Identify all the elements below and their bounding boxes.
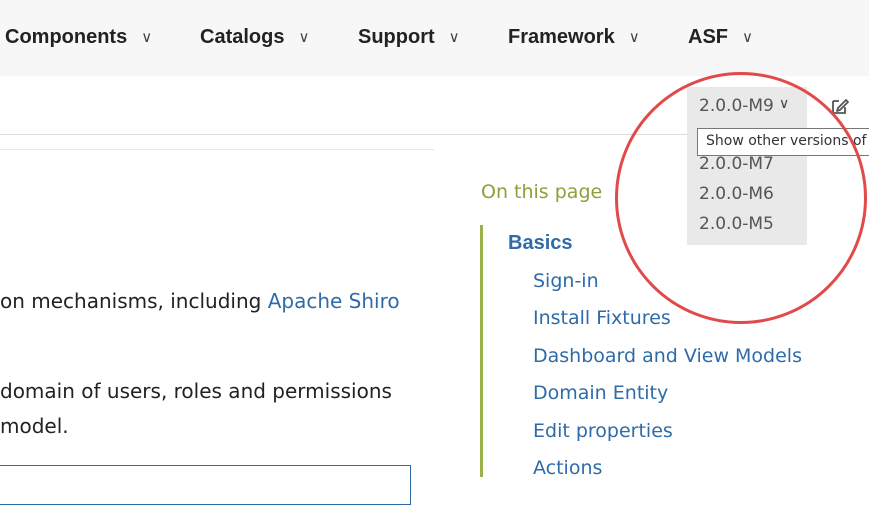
- edit-pencil-icon[interactable]: [829, 95, 851, 117]
- content-divider: [0, 149, 434, 150]
- toc-link[interactable]: Edit properties: [533, 420, 673, 442]
- top-nav-bar: Components ∨ Catalogs ∨ Support ∨ Framework…: [0, 0, 869, 76]
- toc-link[interactable]: Sign-in: [533, 270, 599, 292]
- nav-item-asf[interactable]: ASF ∨: [688, 26, 753, 52]
- content-paragraph-line: on mechanisms, including Apache Shiro: [0, 289, 400, 313]
- selected-version: 2.0.0-M9: [699, 96, 774, 116]
- version-option[interactable]: 2.0.0-M6: [699, 184, 774, 204]
- toc-rule: [480, 225, 483, 477]
- nav-label: Catalogs: [200, 26, 285, 48]
- toc-link-basics[interactable]: Basics: [508, 232, 573, 255]
- version-option[interactable]: 2.0.0-M7: [699, 154, 774, 174]
- chevron-down-icon: ∨: [742, 29, 753, 46]
- content-paragraph-line: domain of users, roles and permissions: [0, 379, 392, 403]
- content-paragraph-line: model.: [0, 414, 69, 438]
- nav-label: Components: [5, 26, 128, 48]
- version-option[interactable]: 2.0.0-M5: [699, 214, 774, 234]
- version-tooltip: Show other versions of p: [697, 128, 869, 156]
- apache-shiro-link[interactable]: Apache Shiro: [268, 289, 400, 313]
- nav-item-components[interactable]: Components ∨: [5, 26, 152, 52]
- code-block: [0, 465, 411, 505]
- toc-link[interactable]: Install Fixtures: [533, 307, 671, 329]
- nav-label: Framework: [508, 26, 615, 48]
- chevron-down-icon: ∨: [141, 29, 153, 46]
- nav-item-support[interactable]: Support ∨: [358, 26, 460, 52]
- nav-item-framework[interactable]: Framework ∨: [508, 26, 640, 52]
- chevron-down-icon: ∨: [628, 29, 640, 46]
- toc-link[interactable]: Actions: [533, 457, 602, 479]
- chevron-down-icon: ∨: [298, 29, 310, 46]
- paragraph-text: on mechanisms, including: [0, 289, 268, 313]
- toc-link[interactable]: Domain Entity: [533, 382, 668, 404]
- nav-item-catalogs[interactable]: Catalogs ∨: [200, 26, 309, 52]
- chevron-down-icon: ∨: [779, 96, 790, 112]
- toc-link[interactable]: Dashboard and View Models: [533, 345, 802, 367]
- chevron-down-icon: ∨: [448, 29, 460, 46]
- nav-label: Support: [358, 26, 435, 48]
- toc-heading: On this page: [481, 181, 603, 203]
- version-select-button[interactable]: 2.0.0-M9 ∨: [687, 87, 807, 127]
- nav-label: ASF: [688, 26, 728, 48]
